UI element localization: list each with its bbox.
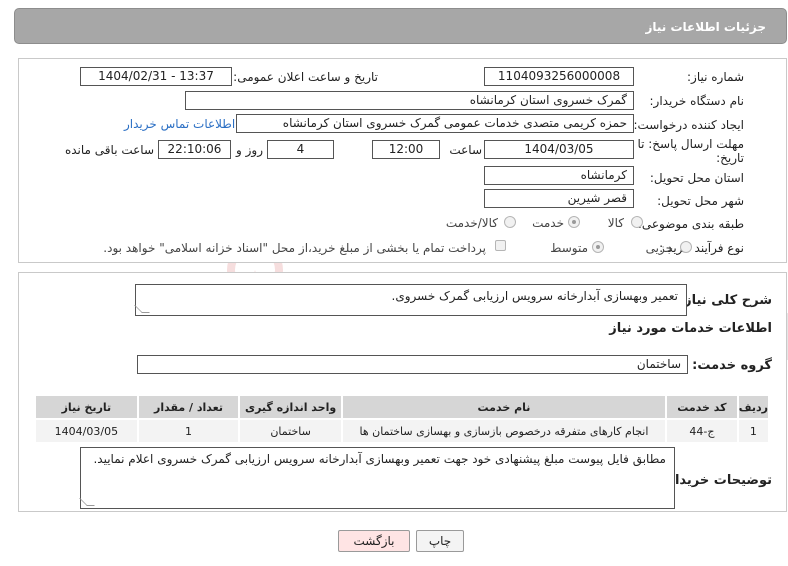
- announce-label: تاریخ و ساعت اعلان عمومی:: [233, 70, 378, 84]
- cell-unit: ساختمان: [238, 418, 343, 444]
- buyer-org-field[interactable]: گمرک خسروی استان کرمانشاه: [185, 91, 634, 110]
- need-number-label: شماره نیاز:: [687, 70, 744, 84]
- days-remaining-field[interactable]: 4: [267, 140, 334, 159]
- cell-service-code: ج-44: [665, 418, 739, 444]
- category-service-label: خدمت: [532, 216, 564, 230]
- cell-quantity: 1: [136, 418, 241, 444]
- services-section-title: اطلاعات خدمات مورد نیاز: [609, 321, 772, 336]
- buyer-notes-textarea[interactable]: مطابق فایل پیوست مبلغ پیشنهادی خود جهت ت…: [79, 447, 675, 509]
- remaining-time-label: ساعت باقی مانده: [64, 143, 154, 157]
- services-table: ردیف کد خدمت نام خدمت واحد اندازه گیری ت…: [34, 394, 771, 444]
- buyer-notes-text: مطابق فایل پیوست مبلغ پیشنهادی خود جهت ت…: [93, 452, 666, 466]
- category-goods-label: کالا: [607, 216, 624, 230]
- process-medium-label: متوسط: [550, 241, 588, 255]
- cell-need-date: 1404/03/05: [34, 418, 139, 444]
- treasury-payment-checkbox[interactable]: [495, 240, 506, 251]
- summary-textarea[interactable]: تعمیر وبهسازی آبدارخانه سرویس ارزیابی گم…: [134, 284, 687, 316]
- table-row: 1 ج-44 انجام کارهای متفرقه درخصوص بازساز…: [34, 418, 771, 444]
- creator-field[interactable]: حمزه کریمی متصدی خدمات عمومی گمرک خسروی …: [236, 114, 634, 133]
- service-group-label: گروه خدمت:: [692, 358, 772, 373]
- announce-datetime-field[interactable]: 1404/02/31 - 13:37: [80, 67, 232, 86]
- city-field[interactable]: قصر شیرین: [484, 189, 634, 208]
- province-label: استان محل تحویل:: [649, 171, 744, 185]
- category-goods-radio[interactable]: [631, 216, 643, 228]
- col-header-service-code: کد خدمت: [665, 394, 739, 420]
- deadline-time-label: ساعت: [449, 143, 482, 157]
- back-button[interactable]: بازگشت: [338, 530, 410, 552]
- category-goods-service-radio[interactable]: [504, 216, 516, 228]
- city-label: شهر محل تحویل:: [657, 194, 744, 208]
- buyer-org-label: نام دستگاه خریدار:: [649, 94, 745, 108]
- need-number-field[interactable]: 1104093256000008: [484, 67, 634, 86]
- treasury-payment-note: پرداخت تمام یا بخشی از مبلغ خرید،از محل …: [103, 241, 486, 255]
- col-header-row-number: ردیف: [736, 394, 771, 420]
- print-button[interactable]: چاپ: [416, 530, 464, 552]
- summary-label: شرح کلی نیاز:: [678, 293, 772, 308]
- buyer-contact-link[interactable]: اطلاعات تماس خریدار: [124, 117, 235, 131]
- page-header: جزئیات اطلاعات نیاز: [14, 8, 787, 44]
- summary-text: تعمیر وبهسازی آبدارخانه سرویس ارزیابی گم…: [391, 289, 679, 303]
- need-info-panel: [18, 58, 787, 263]
- category-goods-service-label: کالا/خدمت: [445, 216, 498, 230]
- page-title: جزئیات اطلاعات نیاز: [645, 20, 766, 34]
- resize-handle-icon[interactable]: [134, 305, 150, 313]
- remaining-time-field[interactable]: 22:10:06: [158, 140, 231, 159]
- deadline-time-field[interactable]: 12:00: [372, 140, 440, 159]
- deadline-label-line1: مهلت ارسال پاسخ: تا: [637, 137, 744, 151]
- creator-label: ایجاد کننده درخواست:: [633, 118, 744, 132]
- col-header-need-date: تاریخ نیاز: [34, 394, 139, 420]
- category-service-radio[interactable]: [568, 216, 580, 228]
- deadline-label-line2: تاریخ:: [716, 151, 744, 165]
- process-minor-radio[interactable]: [680, 241, 692, 253]
- cell-service-name: انجام کارهای متفرقه درخصوص بازسازی و بهس…: [340, 418, 668, 444]
- days-label: روز و: [236, 143, 263, 157]
- cell-row-number: 1: [736, 418, 771, 444]
- service-group-field[interactable]: ساختمان: [137, 355, 688, 374]
- col-header-quantity: تعداد / مقدار: [136, 394, 241, 420]
- category-label: طبقه بندی موضوعی:: [637, 217, 744, 231]
- process-minor-label: جزیی: [645, 241, 673, 255]
- col-header-service-name: نام خدمت: [340, 394, 668, 420]
- resize-handle-icon[interactable]: [79, 498, 95, 506]
- process-medium-radio[interactable]: [592, 241, 604, 253]
- table-header-row: ردیف کد خدمت نام خدمت واحد اندازه گیری ت…: [34, 394, 771, 420]
- buyer-notes-label: توضیحات خریدار:: [662, 473, 772, 488]
- col-header-unit: واحد اندازه گیری: [238, 394, 343, 420]
- deadline-date-field[interactable]: 1404/03/05: [484, 140, 634, 159]
- province-field[interactable]: کرمانشاه: [484, 166, 634, 185]
